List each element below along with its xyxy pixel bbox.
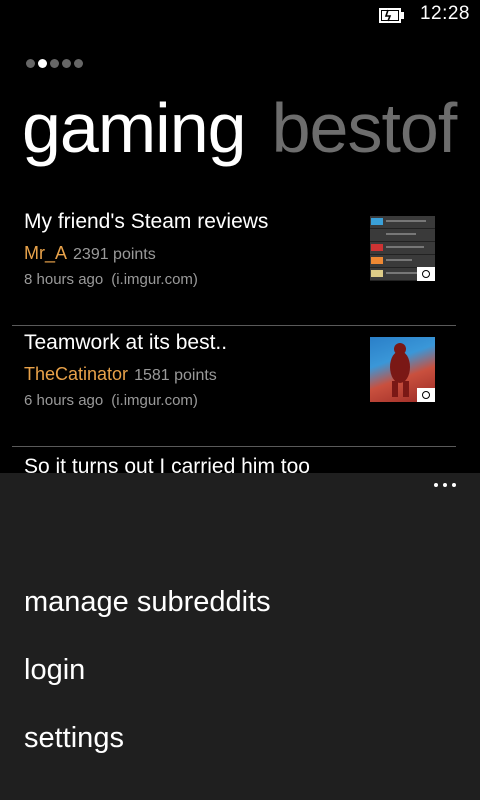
pivot-dot — [74, 59, 83, 68]
post-meta: Mr_A 2391 points — [24, 243, 156, 264]
status-bar: 12:28 — [0, 0, 480, 32]
post-age: 6 hours ago — [24, 392, 104, 409]
post-title: Teamwork at its best.. — [24, 331, 228, 354]
post-domain: (i.imgur.com) — [111, 392, 198, 409]
post-domain: (i.imgur.com) — [111, 271, 198, 288]
pivot-header-next[interactable]: bestof — [272, 89, 458, 167]
pivot-header-current[interactable]: gaming — [22, 89, 247, 167]
post-age: 8 hours ago — [24, 271, 104, 288]
camera-icon — [417, 388, 435, 402]
post-author[interactable]: Mr_A — [24, 243, 67, 263]
battery-charging-icon — [379, 8, 404, 23]
camera-icon — [417, 267, 435, 281]
post-thumbnail[interactable] — [370, 337, 435, 402]
post-time: 6 hours ago (i.imgur.com) — [24, 392, 198, 409]
pivot-dot — [50, 59, 59, 68]
pivot-indicator — [26, 59, 83, 68]
post-list: My friend's Steam reviews Mr_A 2391 point… — [12, 205, 456, 447]
post-points: 2391 points — [73, 246, 156, 263]
app-bar-menu: manage subreddits login settings — [0, 473, 480, 800]
settings-menu-item[interactable]: settings — [24, 722, 124, 755]
post-item[interactable]: My friend's Steam reviews Mr_A 2391 point… — [12, 205, 456, 326]
post-thumbnail[interactable] — [370, 216, 435, 281]
post-points: 1581 points — [134, 367, 217, 384]
post-author[interactable]: TheCatinator — [24, 364, 128, 384]
clock: 12:28 — [419, 3, 470, 24]
post-time: 8 hours ago (i.imgur.com) — [24, 271, 198, 288]
pivot-dot — [62, 59, 71, 68]
manage-subreddits-menu-item[interactable]: manage subreddits — [24, 586, 271, 619]
post-title: My friend's Steam reviews — [24, 210, 269, 233]
more-options-icon[interactable] — [434, 483, 456, 487]
pivot-headers: gaming bestof — [22, 88, 458, 168]
pivot-dot — [26, 59, 35, 68]
pivot-dot-active — [38, 59, 47, 68]
login-menu-item[interactable]: login — [24, 654, 85, 687]
post-item[interactable]: Teamwork at its best.. TheCatinator 1581 … — [12, 326, 456, 447]
post-meta: TheCatinator 1581 points — [24, 364, 217, 385]
